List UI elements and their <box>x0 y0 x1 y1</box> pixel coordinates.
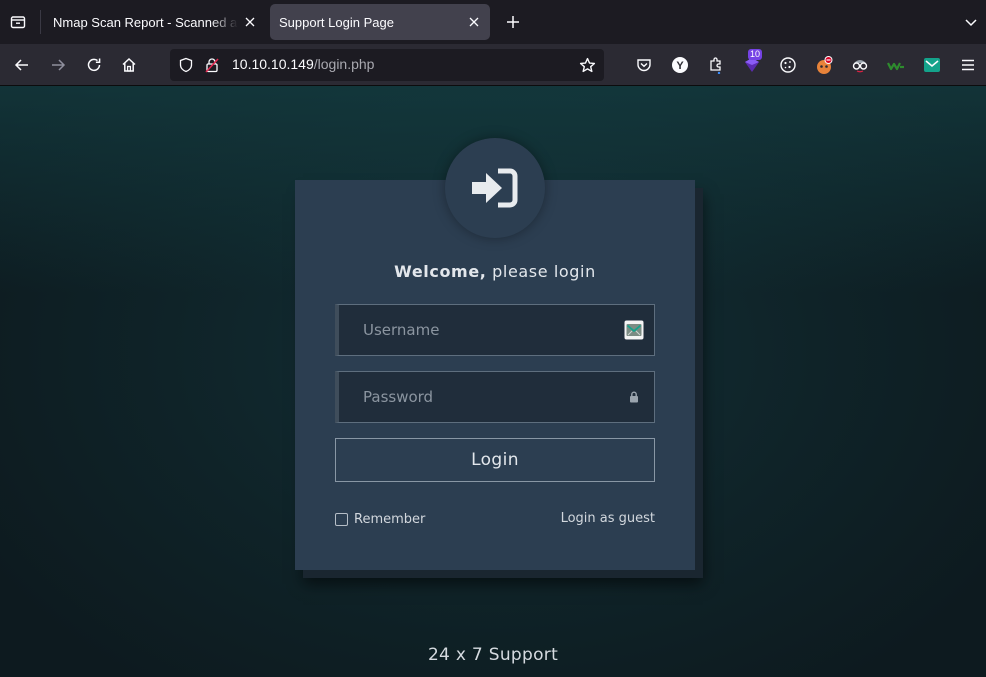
lock-icon <box>630 391 638 403</box>
url-bar[interactable]: 10.10.10.149/login.php <box>170 49 604 81</box>
tempmail-extension-button[interactable] <box>920 53 944 77</box>
forward-arrow-icon <box>52 59 66 71</box>
tab-close-button[interactable] <box>462 10 486 34</box>
wappalyzer-extension-button[interactable] <box>884 53 908 77</box>
ublock-extension-button[interactable]: 10 <box>740 49 764 77</box>
plus-icon <box>507 16 519 28</box>
tab-title: Support Login Page <box>279 14 394 30</box>
welcome-text: please login <box>486 262 596 281</box>
home-button[interactable] <box>115 51 143 79</box>
reload-button[interactable] <box>80 51 108 79</box>
close-icon <box>469 17 479 27</box>
back-arrow-icon <box>14 59 28 71</box>
shield-icon <box>179 57 193 73</box>
password-field[interactable] <box>335 371 655 423</box>
url-host: 10.10.10.149 <box>232 56 314 72</box>
insecure-lock-icon <box>205 58 219 73</box>
pocket-icon <box>637 59 651 72</box>
remember-checkbox[interactable] <box>335 513 348 526</box>
sign-in-icon <box>472 168 518 208</box>
tab-close-button[interactable] <box>238 10 262 34</box>
url-path: /login.php <box>313 56 375 72</box>
foxyproxy-icon <box>817 56 833 74</box>
cookie-extension-button[interactable] <box>776 53 800 77</box>
glasses-icon <box>852 60 868 73</box>
remember-label: Remember <box>354 512 426 527</box>
chevron-down-icon <box>965 19 977 27</box>
password-input[interactable] <box>363 372 623 422</box>
login-button[interactable]: Login <box>335 438 655 482</box>
tab-strip: Nmap Scan Report - Scanned at Sun Mar 22… <box>0 0 986 44</box>
yandex-extension-button[interactable]: Y <box>668 53 692 77</box>
email-icon <box>624 320 644 340</box>
glasses-extension-button[interactable] <box>848 53 872 77</box>
home-icon <box>122 57 136 72</box>
tab-nmap-report[interactable]: Nmap Scan Report - Scanned at Sun Mar 22… <box>44 4 266 40</box>
tab-separator <box>40 10 41 34</box>
app-menu-button[interactable] <box>956 53 980 77</box>
login-avatar <box>445 138 545 238</box>
navigation-toolbar: 10.10.10.149/login.php Y 10 <box>0 44 986 86</box>
welcome-heading: Welcome, please login <box>295 262 695 281</box>
username-input[interactable] <box>363 305 623 355</box>
tempmail-icon <box>924 58 940 72</box>
tracking-protection-button[interactable] <box>176 55 196 75</box>
bookmark-star-button[interactable] <box>576 54 598 76</box>
close-icon <box>245 17 255 27</box>
extensions-button[interactable] <box>704 53 728 77</box>
ublock-badge: 10 <box>748 49 763 60</box>
tempmail-fill-icon[interactable] <box>624 320 644 340</box>
url-text[interactable]: 10.10.10.149/login.php <box>232 56 374 72</box>
hamburger-menu-icon <box>962 59 974 71</box>
cookie-icon <box>780 57 796 73</box>
remember-option[interactable]: Remember <box>335 512 425 527</box>
lock-icon-wrapper <box>624 387 644 407</box>
list-all-tabs-button[interactable] <box>958 9 984 35</box>
foxyproxy-extension-button[interactable] <box>812 53 836 77</box>
tab-support-login[interactable]: Support Login Page <box>270 4 490 40</box>
tab-list-button[interactable] <box>4 8 32 36</box>
new-tab-button[interactable] <box>500 9 526 35</box>
wappalyzer-icon <box>887 62 904 71</box>
tab-title: Nmap Scan Report - Scanned at Sun Mar 22… <box>53 14 238 30</box>
pocket-button[interactable] <box>632 53 656 77</box>
forward-button[interactable] <box>44 51 72 79</box>
footer-support-text: 24 x 7 Support <box>427 645 559 665</box>
welcome-bold: Welcome, <box>394 262 487 281</box>
site-security-button[interactable] <box>202 55 222 75</box>
extensions-icon <box>710 57 721 74</box>
username-field[interactable] <box>335 304 655 356</box>
star-icon <box>579 57 595 72</box>
svg-text:Y: Y <box>676 60 684 72</box>
back-button[interactable] <box>8 51 36 79</box>
tab-list-icon <box>10 16 26 29</box>
page-content: Welcome, please login Login Remember Log… <box>0 86 986 677</box>
yandex-icon: Y <box>672 57 688 73</box>
login-as-guest-link[interactable]: Login as guest <box>561 511 655 526</box>
reload-icon <box>87 58 101 72</box>
